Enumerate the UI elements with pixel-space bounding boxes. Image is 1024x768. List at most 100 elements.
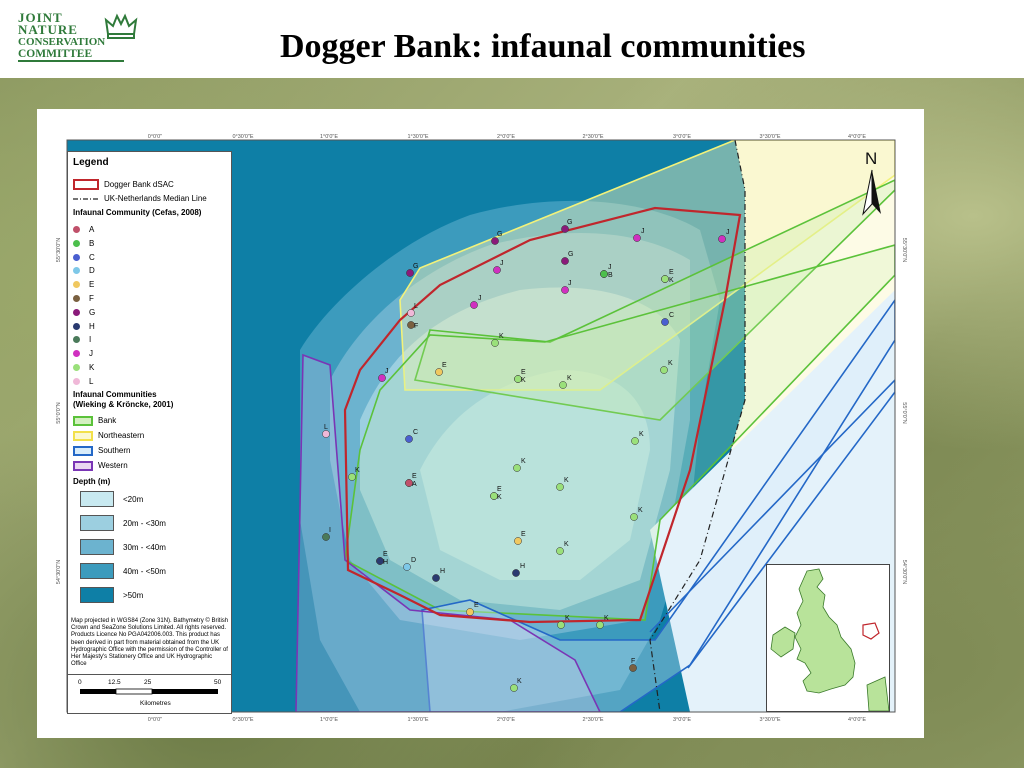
station-label: K (521, 377, 526, 384)
station-label: H (383, 559, 388, 566)
station-label: G (568, 251, 573, 258)
scale-unit: Kilometres (140, 700, 171, 707)
station-label: K (517, 678, 522, 685)
station-c-marker (661, 318, 669, 326)
station-h-marker (512, 569, 520, 577)
bottom-tick-label: 3°30'0"E (759, 717, 780, 723)
station-label: K (565, 615, 570, 622)
community-code: E (89, 280, 95, 290)
station-label: I (329, 527, 331, 534)
station-label: F (414, 323, 418, 330)
legend-community-l: L (73, 376, 93, 387)
community-code: L (89, 376, 94, 386)
station-label: K (564, 541, 569, 548)
station-j-marker (378, 374, 386, 382)
station-label: K (604, 615, 609, 622)
top-tick-label: 2°30'0"E (582, 134, 603, 140)
legend-depth-2: 30m - <40m (80, 538, 166, 556)
station-k-marker (556, 483, 564, 491)
top-tick-label: 1°30'0"E (407, 134, 428, 140)
station-label: E (474, 602, 479, 609)
bottom-tick-label: 0°30'0"E (232, 717, 253, 723)
north-label: N (865, 149, 877, 168)
community-dot-icon (73, 350, 80, 358)
scale-bar: 0 12.5 25 50 Kilometres (67, 674, 232, 714)
station-label: J (726, 229, 730, 236)
right-tick-label: 55°0'0"N (901, 402, 907, 423)
station-label: J (568, 280, 572, 287)
station-k-marker (631, 437, 639, 445)
station-label: J (500, 260, 504, 267)
legend-median: UK-Netherlands Median Line (73, 193, 207, 204)
depth-swatch (80, 539, 114, 555)
wieking-swatch (73, 415, 93, 426)
station-label: E (383, 551, 388, 558)
station-label: K (499, 333, 504, 340)
station-k-marker (557, 621, 565, 629)
top-tick-label: 4°0'0"E (848, 134, 866, 140)
scale-tick-0: 0 (78, 679, 82, 686)
legend-community-a: A (73, 224, 94, 235)
wieking-label: Bank (98, 416, 117, 425)
depth-label: 40m - <50m (123, 566, 166, 576)
station-j-marker (493, 266, 501, 274)
legend-wieking-northeastern: Northeastern (73, 430, 144, 441)
legend-community-h: H (73, 321, 95, 332)
left-tick-label: 54°30'0"N (56, 560, 62, 584)
dsac-label: Dogger Bank dSAC (104, 180, 174, 189)
community-dot-icon (73, 295, 80, 302)
depth-label: 30m - <40m (123, 542, 166, 552)
wieking-label: Northeastern (98, 431, 145, 440)
station-label: J (641, 228, 645, 235)
right-tick-label: 54°30'0"N (901, 560, 907, 584)
legend-wieking-bank: Bank (73, 415, 116, 426)
legend-depth-0: <20m (80, 490, 143, 508)
legend-depth-3: 40m - <50m (80, 562, 166, 580)
station-label: K (638, 507, 643, 514)
station-label: K (639, 431, 644, 438)
left-tick-label: 55°0'0"N (56, 402, 62, 423)
station-label: E (412, 473, 417, 480)
station-label: K (669, 277, 674, 284)
station-label: J (608, 264, 612, 271)
bottom-tick-label: 1°30'0"E (407, 717, 428, 723)
depth-label: >50m (123, 590, 144, 600)
legend-community-g: G (73, 307, 95, 318)
community-code: F (89, 294, 94, 303)
station-l-marker (322, 430, 330, 438)
uk-locator (767, 565, 890, 712)
legend-dsac: Dogger Bank dSAC (73, 179, 174, 190)
station-label: K (355, 467, 360, 474)
scale-tick-1: 12.5 (108, 679, 121, 686)
station-label: F (631, 658, 635, 665)
community-dot-icon (73, 336, 80, 344)
bottom-tick-label: 4°0'0"E (848, 717, 866, 723)
bottom-tick-label: 2°0'0"E (497, 717, 515, 723)
legend-wieking-southern: Southern (73, 445, 130, 456)
community-code: C (89, 252, 95, 262)
community-dot-icon (73, 253, 80, 261)
station-label: B (608, 272, 613, 279)
station-label: G (497, 231, 502, 238)
wieking-swatch (73, 445, 93, 456)
community-code: K (89, 363, 95, 372)
right-tick-label: 55°30'0"N (901, 238, 907, 262)
station-k-marker (510, 684, 518, 692)
station-label: J (385, 368, 389, 375)
station-b-marker (600, 270, 608, 278)
legend-community-b: B (73, 238, 94, 249)
community-dot-icon (73, 239, 80, 247)
station-e-marker (466, 608, 474, 616)
map-legend: Legend Dogger Bank dSAC UK-Netherlands M… (67, 151, 232, 713)
station-label: K (521, 458, 526, 465)
scale-bar-graphic: 0 12.5 25 50 Kilometres (78, 679, 222, 707)
station-j-marker (470, 301, 478, 309)
station-e-marker (435, 368, 443, 376)
station-k-marker (491, 339, 499, 347)
station-label: E (521, 369, 526, 376)
legend-wieking-western: Western (73, 460, 128, 471)
left-tick-label: 55°30'0"N (56, 238, 62, 262)
legend-community-d: D (73, 265, 95, 276)
legend-community-j: J (73, 348, 93, 359)
station-h-marker (432, 574, 440, 582)
